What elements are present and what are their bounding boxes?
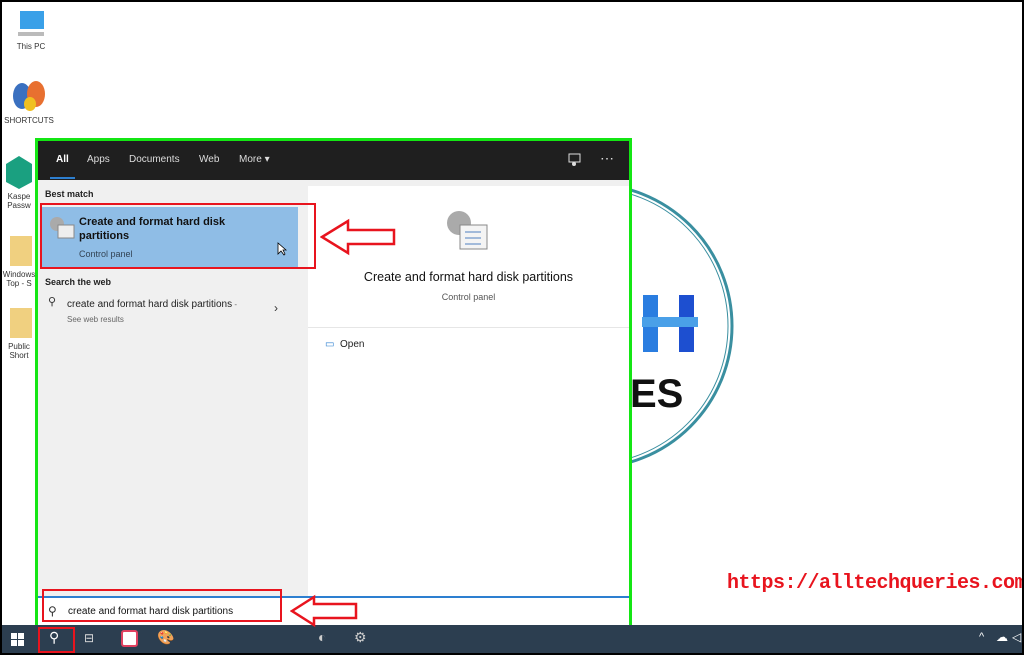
search-tabs: All Apps Documents Web More ▾ ⋯	[38, 141, 629, 180]
open-icon: ▭	[325, 339, 335, 350]
preview-title: Create and format hard disk partitions	[363, 270, 574, 284]
folder-shortcut-icon	[10, 308, 32, 338]
web-result-query: create and format hard disk partitions	[67, 299, 233, 310]
desktop-icon-windows-top[interactable]: Windows Top - S	[2, 234, 36, 288]
chevron-right-icon[interactable]: ›	[274, 301, 278, 315]
task-view-icon[interactable]: ⊟	[84, 631, 94, 645]
more-options-icon[interactable]: ⋯	[600, 150, 614, 167]
web-header: Search the web	[45, 277, 112, 287]
desktop: ES This PC SHORTCUTS Kaspe Passw Windows…	[2, 2, 1022, 653]
kaspersky-icon	[6, 156, 32, 189]
shell-icon[interactable]: ◐	[318, 629, 326, 645]
search-icon: ⚲	[48, 296, 57, 308]
disk-management-icon	[447, 211, 488, 250]
desktop-icon-this-pc[interactable]: This PC	[6, 8, 56, 51]
tab-apps[interactable]: Apps	[87, 154, 110, 165]
open-action[interactable]: ▭ Open	[325, 339, 364, 350]
divider	[308, 327, 629, 328]
annotation-box-search	[42, 589, 282, 622]
tray-chevron-icon[interactable]: ^	[979, 631, 984, 643]
tab-documents[interactable]: Documents	[129, 154, 180, 165]
folder-shortcut-icon	[10, 236, 32, 266]
watermark-url: https://alltechqueries.com/	[727, 572, 1022, 595]
tab-web[interactable]: Web	[199, 154, 219, 165]
windows-start-icon[interactable]	[11, 633, 24, 646]
app-icon[interactable]	[121, 630, 138, 647]
preview-subtitle: Control panel	[441, 292, 496, 302]
onedrive-icon[interactable]: ☁	[996, 630, 1008, 644]
paint-icon[interactable]: 🎨	[157, 629, 174, 646]
butterfly-icon	[13, 81, 45, 111]
annotation-box-taskbar-search	[38, 627, 75, 653]
best-match-header: Best match	[45, 189, 94, 199]
tools-icon[interactable]: ⚙	[354, 629, 367, 646]
desktop-icon-shortcuts[interactable]: SHORTCUTS	[4, 80, 54, 125]
svg-text:ES: ES	[630, 372, 683, 416]
caret-down-icon: ▾	[264, 154, 270, 165]
taskbar: ⚲ ⊟ 🎨 ◐ ⚙ ^ ☁ ◁	[2, 625, 1022, 653]
desktop-icon-kaspersky[interactable]: Kaspe Passw	[2, 154, 36, 210]
annotation-arrow-icon	[320, 218, 396, 256]
web-result[interactable]: ⚲ create and format hard disk partitions…	[42, 295, 298, 331]
computer-icon	[18, 11, 44, 36]
annotation-arrow-icon	[290, 594, 358, 628]
tab-more[interactable]: More ▾	[239, 154, 270, 165]
tab-all[interactable]: All	[50, 154, 75, 179]
volume-icon[interactable]: ◁	[1012, 630, 1021, 644]
desktop-icon-public[interactable]: Public Short	[2, 306, 36, 360]
feedback-icon[interactable]	[568, 153, 582, 167]
annotation-box-best-match	[40, 203, 316, 269]
